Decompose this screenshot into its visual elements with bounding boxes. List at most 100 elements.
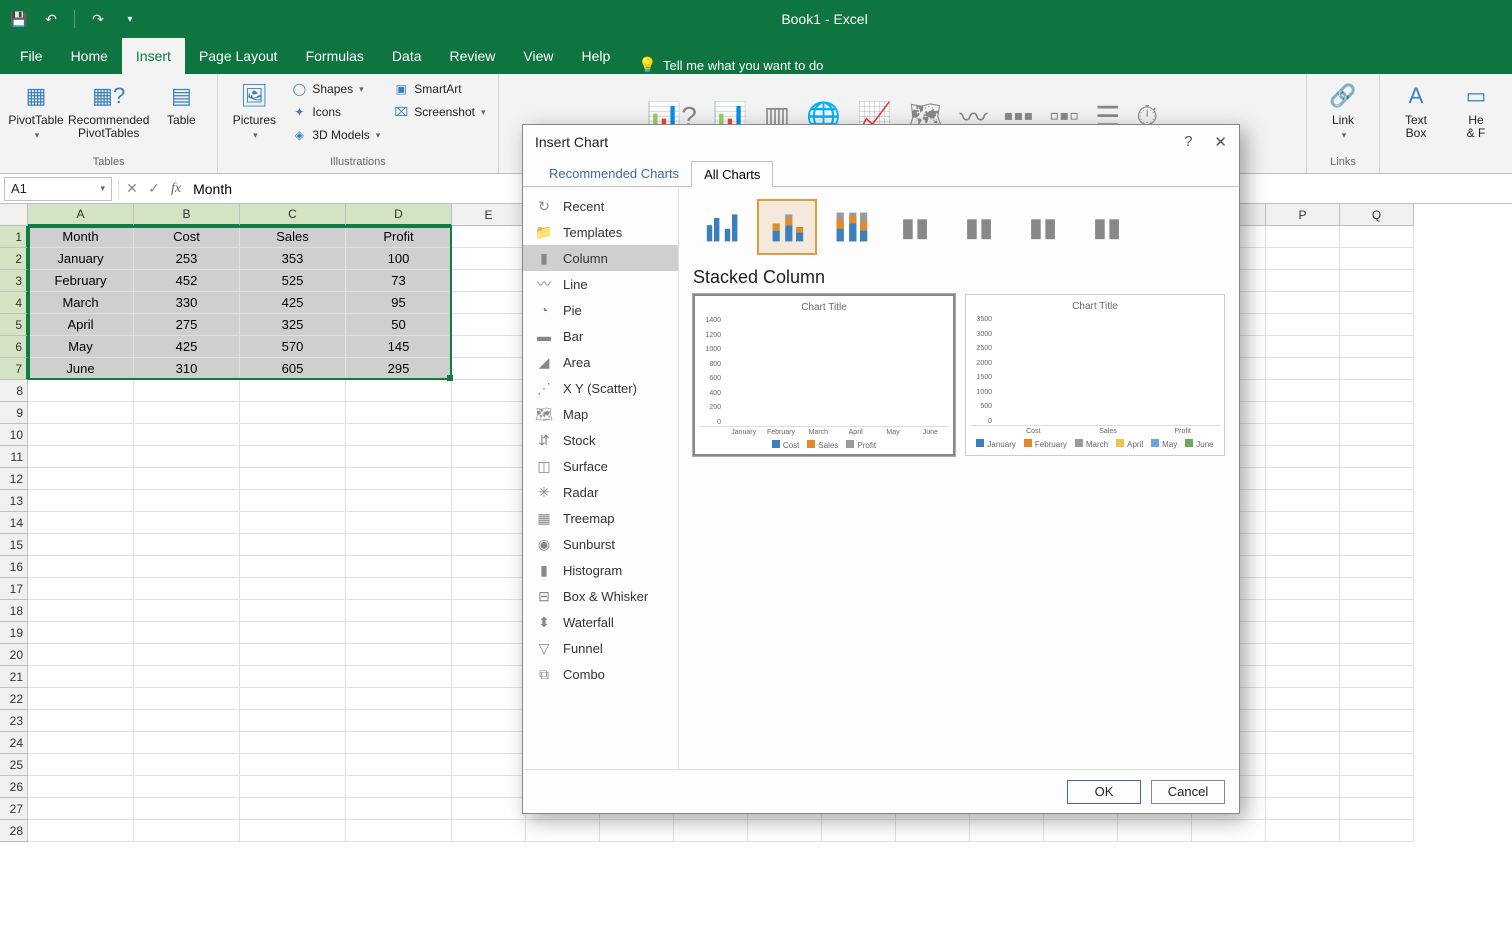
cell[interactable]	[346, 798, 452, 820]
chart-type-funnel[interactable]: ▽Funnel	[523, 635, 678, 661]
cell[interactable]	[896, 820, 970, 842]
cell[interactable]	[1266, 292, 1340, 314]
cell[interactable]	[28, 798, 134, 820]
tab-file[interactable]: File	[6, 38, 57, 74]
cell[interactable]	[1340, 314, 1414, 336]
cell[interactable]: 73	[346, 270, 452, 292]
cell[interactable]	[1266, 534, 1340, 556]
cell[interactable]	[28, 622, 134, 644]
cell[interactable]: 100	[346, 248, 452, 270]
cell[interactable]	[748, 820, 822, 842]
row-header-3[interactable]: 3	[0, 270, 28, 292]
cell[interactable]	[240, 798, 346, 820]
redo-button[interactable]: ↷	[85, 6, 111, 32]
cell[interactable]: April	[28, 314, 134, 336]
cell[interactable]	[452, 248, 526, 270]
cell[interactable]	[28, 490, 134, 512]
chart-type-treemap[interactable]: ▦Treemap	[523, 505, 678, 531]
cell[interactable]: June	[28, 358, 134, 380]
cell[interactable]	[134, 380, 240, 402]
row-header-11[interactable]: 11	[0, 446, 28, 468]
cell[interactable]	[346, 666, 452, 688]
cell[interactable]	[1340, 402, 1414, 424]
cell[interactable]	[1192, 820, 1266, 842]
cell[interactable]	[240, 776, 346, 798]
cell[interactable]	[1340, 666, 1414, 688]
cell[interactable]	[134, 820, 240, 842]
cell[interactable]	[452, 490, 526, 512]
cell[interactable]	[134, 446, 240, 468]
cell[interactable]: 353	[240, 248, 346, 270]
cell[interactable]	[346, 468, 452, 490]
cell[interactable]: 570	[240, 336, 346, 358]
cell[interactable]	[240, 424, 346, 446]
chart-type-combo[interactable]: ⧉Combo	[523, 661, 678, 687]
cell[interactable]	[1266, 424, 1340, 446]
cell[interactable]	[1266, 710, 1340, 732]
cell[interactable]	[1340, 534, 1414, 556]
chart-type-recent[interactable]: ↻Recent	[523, 193, 678, 219]
row-header-19[interactable]: 19	[0, 622, 28, 644]
pictures-button[interactable]: 🖼Pictures▾	[226, 78, 282, 142]
cell[interactable]	[1340, 732, 1414, 754]
cell[interactable]: 50	[346, 314, 452, 336]
screenshot-button[interactable]: ⌧Screenshot▾	[388, 101, 489, 123]
cell[interactable]	[1340, 380, 1414, 402]
cell[interactable]	[1266, 820, 1340, 842]
cell[interactable]	[452, 534, 526, 556]
tab-help[interactable]: Help	[568, 38, 625, 74]
cell[interactable]	[1340, 446, 1414, 468]
cell[interactable]	[1340, 798, 1414, 820]
row-header-20[interactable]: 20	[0, 644, 28, 666]
cell[interactable]: 325	[240, 314, 346, 336]
chart-type-waterfall[interactable]: ⬍Waterfall	[523, 609, 678, 635]
cell[interactable]: Sales	[240, 226, 346, 248]
cancel-button[interactable]: Cancel	[1151, 780, 1225, 804]
cell[interactable]	[134, 468, 240, 490]
cell[interactable]	[346, 644, 452, 666]
cell[interactable]	[240, 402, 346, 424]
row-header-28[interactable]: 28	[0, 820, 28, 842]
cell[interactable]	[346, 446, 452, 468]
row-header-7[interactable]: 7	[0, 358, 28, 380]
cell[interactable]	[346, 402, 452, 424]
cell[interactable]: Profit	[346, 226, 452, 248]
recommended-pivottables-button[interactable]: ▦?Recommended PivotTables	[68, 78, 149, 140]
cell[interactable]: 605	[240, 358, 346, 380]
row-header-25[interactable]: 25	[0, 754, 28, 776]
cell[interactable]	[240, 622, 346, 644]
row-header-18[interactable]: 18	[0, 600, 28, 622]
link-button[interactable]: 🔗Link▾	[1315, 78, 1371, 142]
cell[interactable]	[240, 534, 346, 556]
cell[interactable]	[452, 644, 526, 666]
cell[interactable]	[28, 402, 134, 424]
cell[interactable]	[1340, 710, 1414, 732]
row-header-6[interactable]: 6	[0, 336, 28, 358]
cell[interactable]	[1266, 776, 1340, 798]
cell[interactable]	[240, 578, 346, 600]
cell[interactable]	[240, 710, 346, 732]
cell[interactable]	[28, 512, 134, 534]
cell[interactable]	[1266, 380, 1340, 402]
cell[interactable]	[452, 380, 526, 402]
cell[interactable]	[346, 622, 452, 644]
cell[interactable]	[1340, 292, 1414, 314]
cell[interactable]	[1340, 358, 1414, 380]
subtype-3d-clustered[interactable]: ▮▮	[885, 199, 945, 255]
cell[interactable]: 425	[240, 292, 346, 314]
cell[interactable]	[452, 600, 526, 622]
cell[interactable]	[1266, 314, 1340, 336]
cell[interactable]	[1266, 666, 1340, 688]
cell[interactable]: May	[28, 336, 134, 358]
col-header-P[interactable]: P	[1266, 204, 1340, 226]
tab-page-layout[interactable]: Page Layout	[185, 38, 292, 74]
cell[interactable]	[134, 600, 240, 622]
row-header-4[interactable]: 4	[0, 292, 28, 314]
cell[interactable]	[28, 710, 134, 732]
cell[interactable]	[1340, 622, 1414, 644]
cell[interactable]	[452, 226, 526, 248]
row-header-8[interactable]: 8	[0, 380, 28, 402]
cancel-formula-button[interactable]: ✕	[121, 177, 143, 201]
accept-formula-button[interactable]: ✓	[143, 177, 165, 201]
cell[interactable]	[452, 424, 526, 446]
